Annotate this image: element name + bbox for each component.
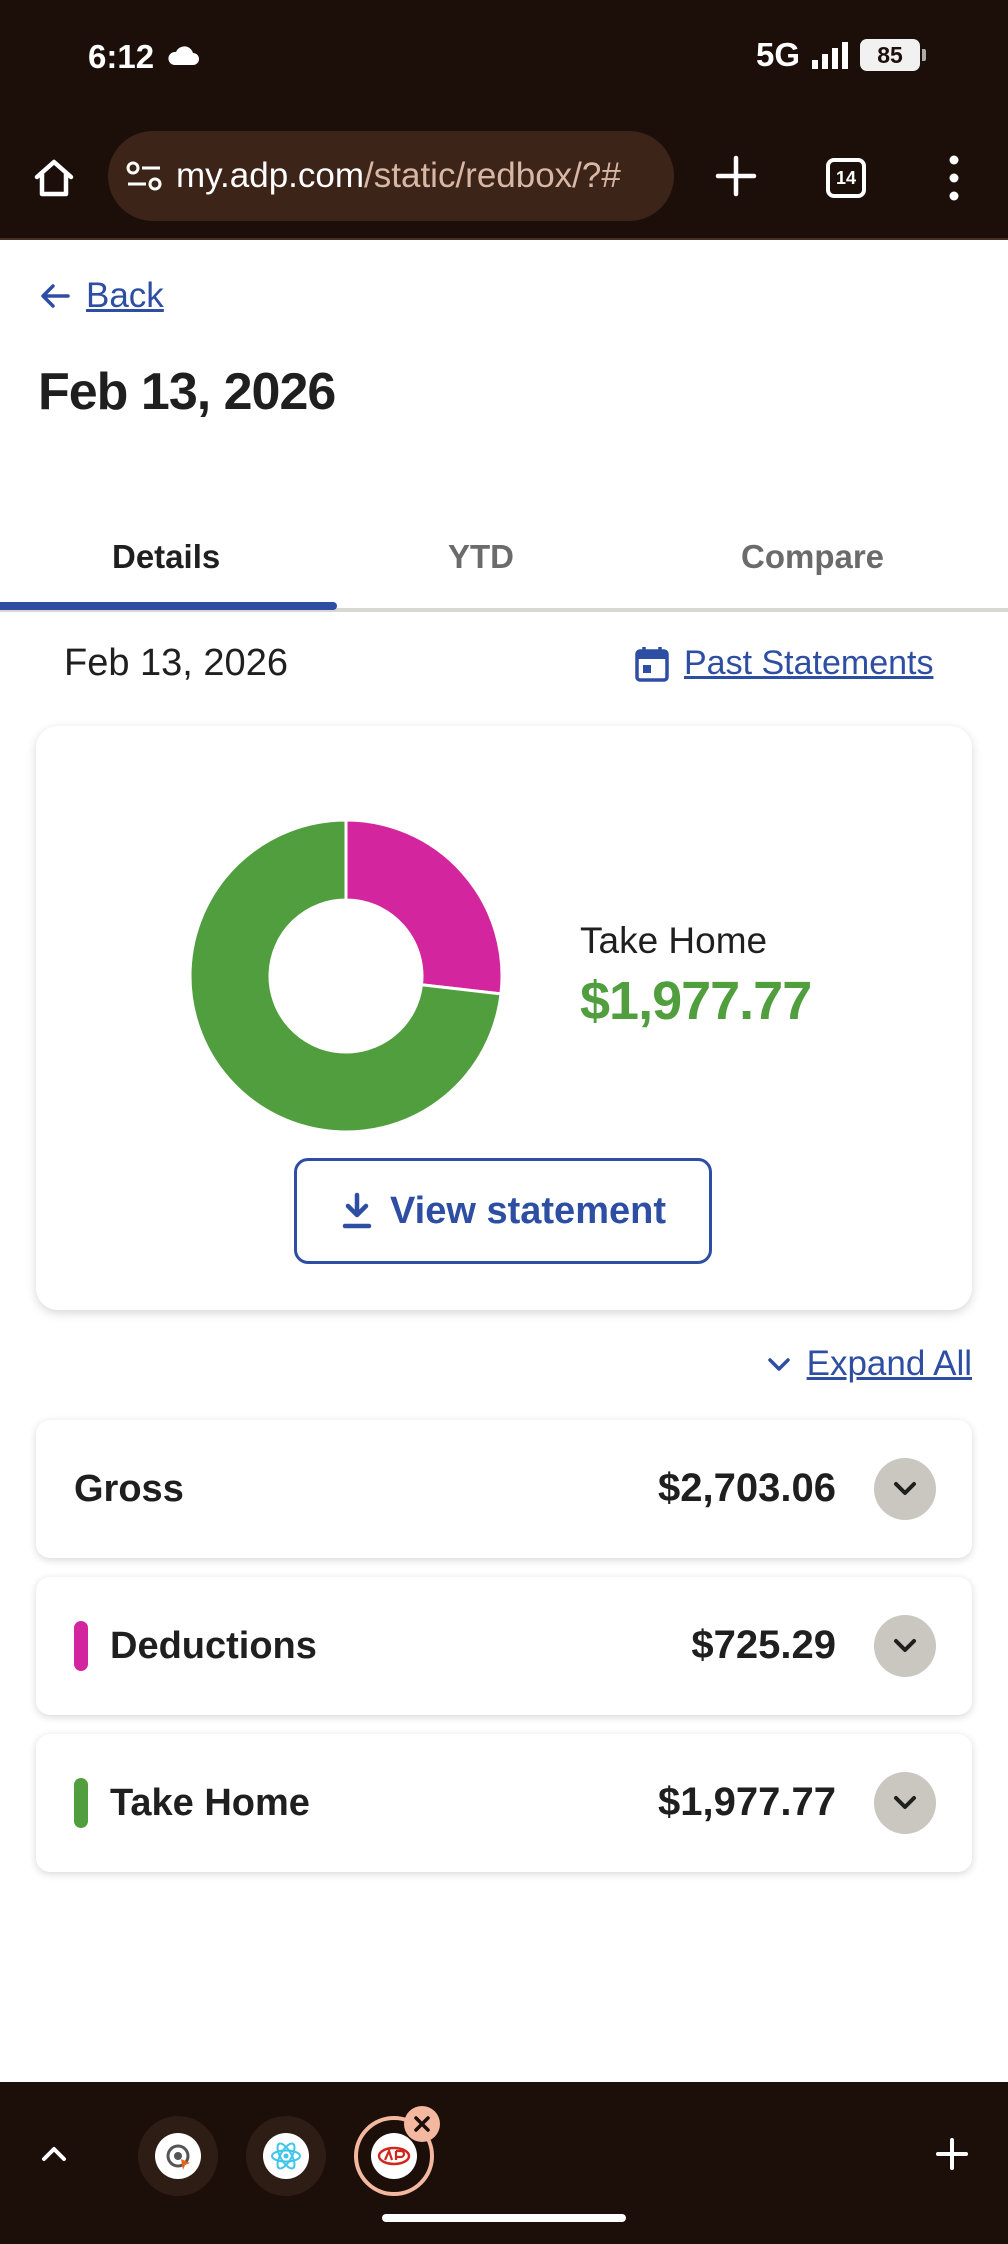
expand-all-label: Expand All [806, 1344, 972, 1383]
take-home-label: Take Home [580, 920, 768, 961]
close-tab-button[interactable] [404, 2106, 440, 2142]
more-menu-icon[interactable] [934, 148, 974, 208]
site-favicon [155, 2133, 201, 2179]
chevron-down-icon [894, 1482, 916, 1495]
site-settings-icon[interactable] [124, 156, 164, 196]
bottom-tab-strip [0, 2082, 1008, 2244]
chevron-down-icon [894, 1796, 916, 1809]
expand-all-link[interactable]: Expand All [765, 1344, 972, 1384]
url-host: my.adp.com [176, 156, 365, 195]
battery-level: 85 [877, 41, 903, 68]
take-home-amount: $1,977.77 [580, 971, 812, 1031]
url-path: /static/redbox/?# [364, 156, 621, 195]
close-icon [414, 2116, 430, 2132]
calendar-icon [635, 646, 669, 682]
expand-deductions-button[interactable] [874, 1615, 936, 1677]
chevron-down-icon [767, 1358, 790, 1371]
row-amount: $725.29 [691, 1623, 836, 1667]
chevron-down-icon [894, 1639, 916, 1652]
home-button[interactable] [26, 150, 82, 206]
donut-slice-deductions [344, 818, 504, 996]
statement-date: Feb 13, 2026 [64, 642, 288, 684]
browser-toolbar: my.adp.com/static/redbox/?# 14 [0, 116, 1008, 240]
tab-count: 14 [826, 158, 866, 198]
download-icon [342, 1192, 372, 1229]
page-title: Feb 13, 2026 [38, 363, 336, 421]
row-amount: $1,977.77 [658, 1780, 836, 1824]
tab-switcher-button[interactable]: 14 [818, 150, 874, 206]
signal-icon [812, 42, 848, 69]
view-statement-button[interactable]: View statement [294, 1158, 712, 1264]
cloud-icon [168, 46, 199, 65]
status-indicators: 5G 85 [755, 36, 926, 74]
status-bar: 6:12 5G 85 [0, 0, 1008, 116]
expand-gross-button[interactable] [874, 1458, 936, 1520]
react-atom-icon [271, 2142, 301, 2170]
battery-icon: 85 [860, 39, 926, 71]
row-name: Deductions [110, 1625, 317, 1667]
take-home-color-bar [74, 1778, 88, 1828]
take-home-row[interactable]: Take Home $1,977.77 [36, 1734, 972, 1872]
adp-logo-icon [377, 2146, 411, 2166]
back-label: Back [86, 276, 164, 315]
gesture-home-indicator [382, 2214, 626, 2222]
past-statements-link[interactable]: Past Statements [634, 644, 933, 683]
url-bar[interactable]: my.adp.com/static/redbox/?# [108, 131, 674, 221]
add-tab-icon[interactable] [932, 2134, 972, 2174]
new-tab-button[interactable] [708, 148, 764, 204]
row-amount: $2,703.06 [658, 1466, 836, 1510]
deductions-row[interactable]: Deductions $725.29 [36, 1577, 972, 1715]
row-name: Take Home [110, 1782, 310, 1824]
pay-breakdown-chart [188, 818, 504, 1134]
target-cursor-icon [166, 2144, 190, 2170]
site-favicon [263, 2133, 309, 2179]
past-statements-label: Past Statements [684, 644, 934, 682]
row-name: Gross [74, 1468, 184, 1510]
url-text[interactable]: my.adp.com/static/redbox/?# [176, 156, 656, 196]
back-link[interactable]: Back [38, 276, 164, 316]
status-time: 6:12 [88, 38, 155, 75]
active-tab-indicator [0, 602, 337, 610]
pay-summary-card: Take Home $1,977.77 View statement [36, 726, 972, 1310]
tab-compare[interactable]: Compare [741, 538, 884, 576]
tab-thumbnail-2[interactable] [246, 2116, 326, 2196]
home-icon [34, 159, 74, 197]
arrow-left-icon [41, 284, 70, 308]
gross-row[interactable]: Gross $2,703.06 [36, 1420, 972, 1558]
tab-thumbnail-1[interactable] [138, 2116, 218, 2196]
network-label: 5G [755, 36, 800, 73]
expand-take-home-button[interactable] [874, 1772, 936, 1834]
adp-favicon [371, 2133, 417, 2179]
tab-ytd[interactable]: YTD [448, 538, 514, 576]
view-statement-label: View statement [390, 1189, 666, 1232]
chevron-up-icon[interactable] [34, 2134, 74, 2174]
tab-bar: Details YTD Compare [0, 520, 1008, 612]
tab-details[interactable]: Details [112, 538, 220, 576]
deductions-color-bar [74, 1621, 88, 1671]
